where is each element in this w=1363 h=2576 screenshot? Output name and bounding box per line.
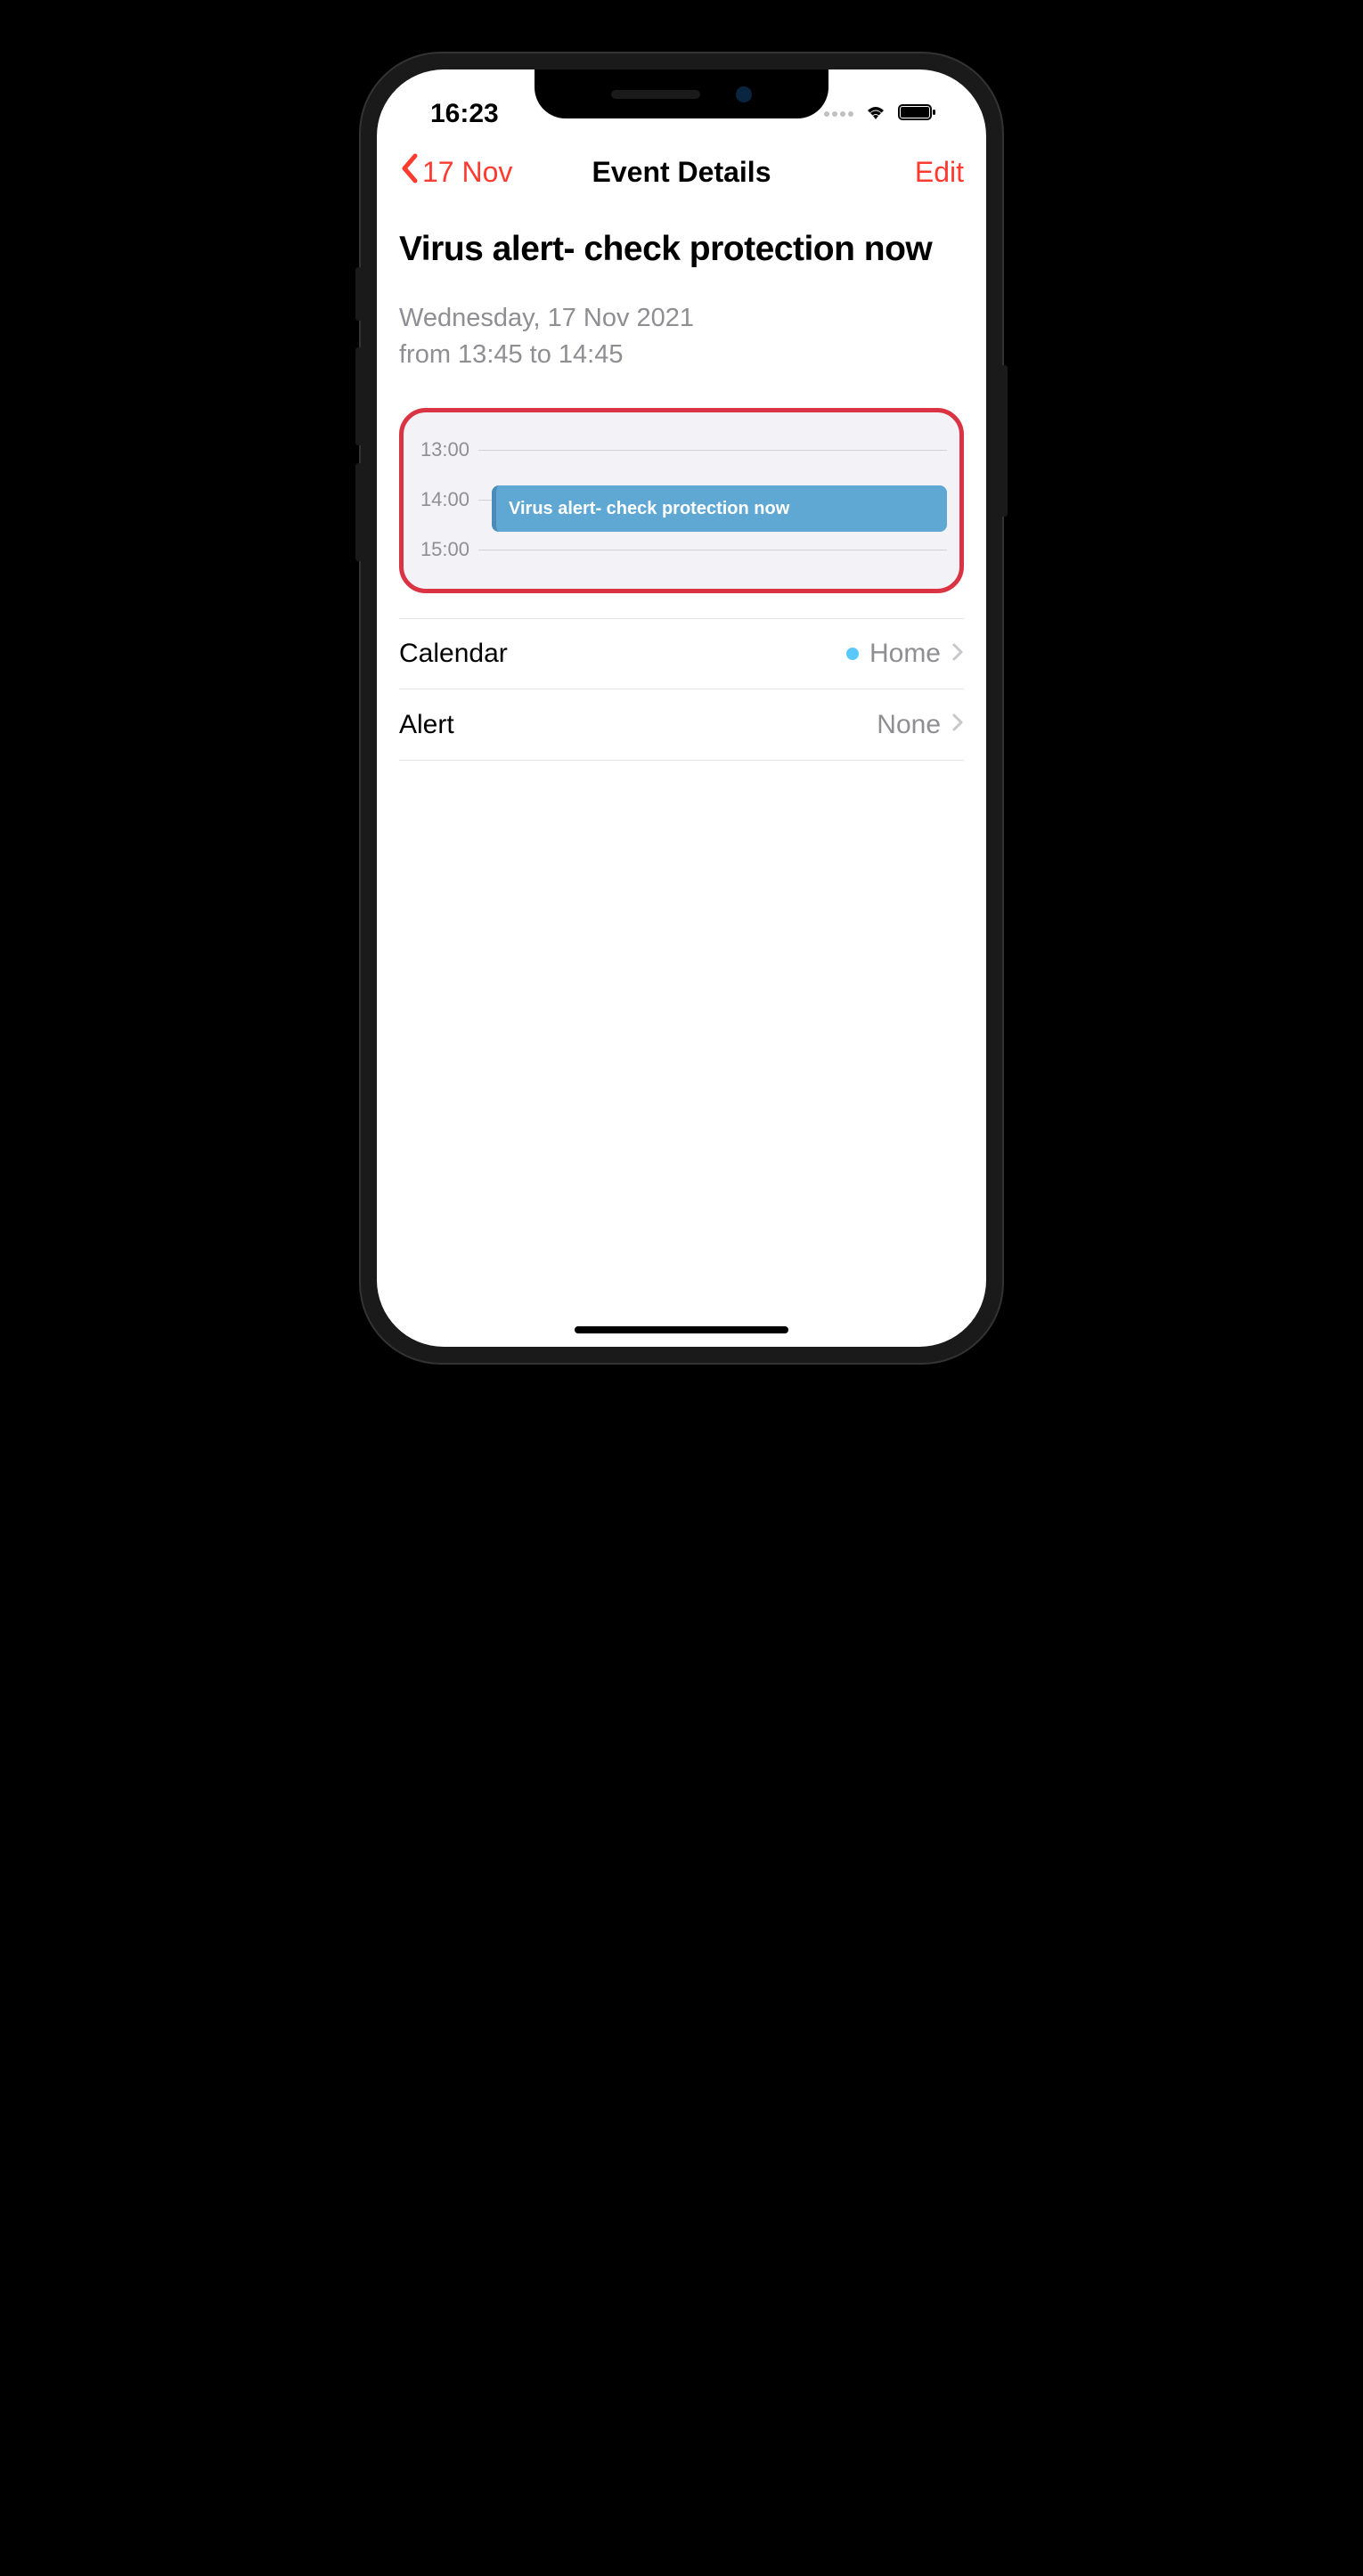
nav-bar: 17 Nov Event Details Edit [377,141,986,203]
front-camera [736,86,752,102]
phone-frame: 16:23 17 No [361,53,1002,1363]
alert-value-group: None [877,710,964,740]
alert-value: None [877,710,941,740]
notch [535,69,828,118]
back-button[interactable]: 17 Nov [399,152,512,192]
alert-label: Alert [399,710,454,740]
volume-up-button [355,347,361,445]
home-indicator[interactable] [575,1326,788,1333]
details-list: Calendar Home Alert None [399,618,964,761]
event-title: Virus alert- check protection now [399,230,964,269]
content: Virus alert- check protection now Wednes… [377,230,986,761]
status-time: 16:23 [430,99,499,129]
timeline-highlight: 13:00 14:00 15:00 Virus alert- check pro… [399,408,964,593]
battery-icon [898,102,937,126]
timeline-hour-label: 14:00 [416,488,478,511]
edit-button[interactable]: Edit [915,156,964,189]
timeline[interactable]: 13:00 14:00 15:00 Virus alert- check pro… [416,425,947,576]
event-block[interactable]: Virus alert- check protection now [492,485,947,532]
timeline-hour-label: 13:00 [416,438,478,461]
timeline-hour-label: 15:00 [416,538,478,561]
event-date: Wednesday, 17 Nov 2021 from 13:45 to 14:… [399,300,964,372]
timeline-gridline [478,450,947,451]
alert-row[interactable]: Alert None [399,689,964,761]
event-date-line: Wednesday, 17 Nov 2021 [399,300,964,337]
calendar-value: Home [869,639,941,669]
event-time-line: from 13:45 to 14:45 [399,337,964,373]
chevron-right-icon [951,713,964,737]
cellular-signal-icon [824,111,853,117]
back-label: 17 Nov [422,156,512,189]
status-icons [824,102,937,126]
calendar-row[interactable]: Calendar Home [399,618,964,689]
volume-switch [355,267,361,321]
chevron-right-icon [951,642,964,666]
power-button [1002,365,1008,517]
calendar-value-group: Home [846,639,964,669]
screen: 16:23 17 No [377,69,986,1347]
chevron-left-icon [399,152,420,192]
event-block-label: Virus alert- check protection now [509,499,789,519]
speaker [611,90,700,99]
calendar-label: Calendar [399,639,508,669]
calendar-color-dot [846,648,859,660]
wifi-icon [862,102,889,126]
volume-down-button [355,463,361,561]
page-title: Event Details [592,156,771,189]
